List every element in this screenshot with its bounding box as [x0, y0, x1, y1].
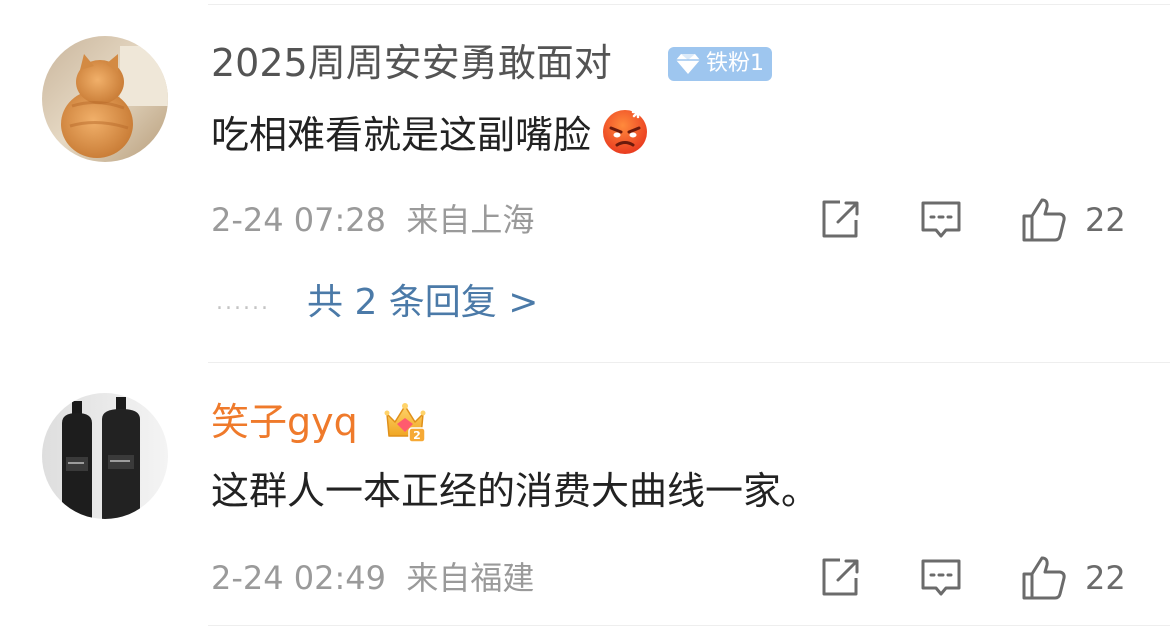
location: 来自福建	[406, 559, 535, 597]
avatar[interactable]	[42, 393, 168, 519]
top-divider	[208, 4, 1170, 5]
share-icon[interactable]	[818, 198, 862, 242]
comment-meta: 2-24 07:28 来自上海	[211, 200, 534, 240]
fan-badge-label: 铁粉1	[706, 51, 764, 76]
comment-divider	[208, 362, 1170, 363]
timestamp: 2-24 02:49	[211, 559, 387, 597]
diamond-icon	[676, 54, 700, 74]
like-icon[interactable]	[1020, 196, 1068, 244]
like-count: 22	[1085, 559, 1126, 597]
cat-photo-avatar-icon	[42, 36, 168, 162]
like-icon[interactable]	[1020, 554, 1068, 602]
timestamp: 2-24 07:28	[211, 201, 387, 239]
avatar[interactable]	[42, 36, 168, 162]
location: 来自上海	[406, 201, 535, 239]
comment-list: 2025周周安安勇敢面对 铁粉1 吃相难看就是这副嘴脸 2-24 07:28 来…	[0, 0, 1170, 633]
crown-icon[interactable]: 2	[383, 398, 427, 444]
comment-text: 吃相难看就是这副嘴脸	[211, 104, 651, 160]
svg-text:2: 2	[413, 429, 421, 442]
comment-body: 吃相难看就是这副嘴脸	[211, 113, 592, 157]
like-count: 22	[1085, 201, 1126, 239]
reply-dots: ......	[216, 290, 270, 315]
bottles-photo-avatar-icon	[42, 393, 168, 519]
comment-icon[interactable]	[919, 556, 963, 600]
comment-icon[interactable]	[919, 198, 963, 242]
bottom-divider	[208, 625, 1170, 626]
view-replies-link[interactable]: 共 2 条回复 >	[307, 281, 538, 325]
comment-text: 这群人一本正经的消费大曲线一家。	[211, 469, 820, 513]
username[interactable]: 笑子gyq	[211, 399, 358, 445]
comment-meta: 2-24 02:49 来自福建	[211, 558, 534, 598]
fan-badge[interactable]: 铁粉1	[668, 47, 772, 81]
angry-face-emoji-icon	[603, 105, 648, 154]
username[interactable]: 2025周周安安勇敢面对	[211, 40, 612, 86]
share-icon[interactable]	[818, 556, 862, 600]
